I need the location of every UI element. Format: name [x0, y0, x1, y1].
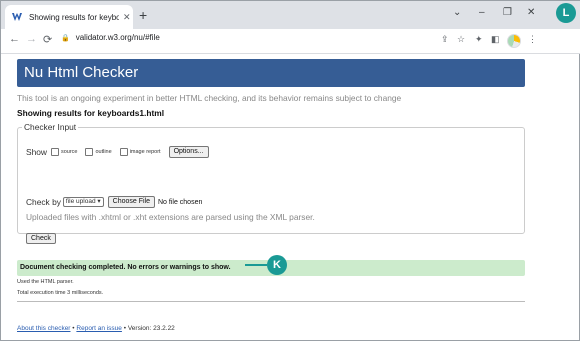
callout-l: L: [556, 3, 576, 23]
divider: [17, 301, 525, 302]
share-icon[interactable]: ⇪: [441, 34, 449, 45]
show-label: Show: [26, 147, 47, 157]
profile-icon[interactable]: [507, 34, 521, 48]
check-by-select[interactable]: file upload ▾: [62, 197, 104, 207]
checker-input-legend: Checker Input: [24, 122, 77, 132]
source-checkbox-label: source: [60, 149, 78, 155]
tab-search-icon[interactable]: ⌄: [453, 7, 461, 18]
version-text: • Version: 23.2.22: [123, 325, 175, 332]
upload-hint: Uploaded files with .xhtml or .xht exten…: [26, 212, 315, 222]
restore-button[interactable]: ❐: [503, 7, 512, 18]
check-by-label: Check by: [26, 197, 61, 207]
lock-icon: 🔒: [61, 34, 70, 42]
options-button[interactable]: Options...: [168, 146, 209, 158]
callout-k: K: [267, 255, 287, 275]
page-content: Nu Html Checker This tool is an ongoing …: [1, 54, 580, 342]
chevron-down-icon: ▾: [97, 198, 101, 205]
browser-window: Showing results for keyboards1.ht ✕ + ⌄ …: [0, 0, 580, 341]
forward-icon[interactable]: →: [26, 33, 37, 45]
close-window-button[interactable]: ✕: [527, 7, 535, 18]
intro-text: This tool is an ongoing experiment in be…: [17, 93, 402, 103]
new-tab-button[interactable]: +: [139, 7, 147, 23]
check-button[interactable]: Check: [26, 233, 56, 244]
checker-input-fieldset: Checker Input Show source outline image …: [17, 122, 525, 244]
callout-k-line: [245, 264, 267, 266]
extensions-icon[interactable]: ✦: [475, 34, 483, 45]
about-checker-link[interactable]: About this checker: [17, 325, 70, 332]
report-issue-link[interactable]: Report an issue: [76, 325, 122, 332]
back-icon[interactable]: ←: [9, 33, 20, 45]
footer: About this checker • Report an issue • V…: [17, 325, 175, 332]
no-file-text: No file chosen: [158, 198, 203, 206]
browser-tab[interactable]: Showing results for keyboards1.ht ✕: [5, 5, 133, 29]
tab-title: Showing results for keyboards1.ht: [29, 12, 119, 22]
star-icon[interactable]: ☆: [457, 34, 465, 45]
image-report-checkbox-label: image report: [129, 149, 161, 155]
execution-time: Total execution time 3 milliseconds.: [17, 290, 104, 296]
tab-close-icon[interactable]: ✕: [123, 12, 131, 23]
page-title: Nu Html Checker: [17, 59, 525, 87]
minimize-button[interactable]: –: [479, 7, 485, 18]
menu-icon[interactable]: ⋮: [528, 34, 537, 45]
browser-toolbar: ← → ⟳ 🔒 validator.w3.org/nu/#file ⇪ ☆ ✦ …: [1, 29, 580, 54]
parser-note: Used the HTML parser.: [17, 279, 74, 285]
image-report-checkbox[interactable]: [119, 148, 128, 156]
outline-checkbox[interactable]: [85, 148, 94, 156]
reload-icon[interactable]: ⟳: [43, 33, 52, 46]
sidepanel-icon[interactable]: ◧: [491, 34, 500, 45]
choose-file-button[interactable]: Choose File: [107, 196, 155, 208]
outline-checkbox-label: outline: [95, 149, 112, 155]
tab-strip: Showing results for keyboards1.ht ✕ + ⌄ …: [1, 1, 580, 29]
show-options-row: Show source outline image report Options…: [26, 146, 209, 158]
source-checkbox[interactable]: [50, 148, 59, 156]
url-text: validator.w3.org/nu/#file: [75, 33, 160, 42]
check-by-row: Check by file upload ▾ Choose File No fi…: [26, 196, 202, 208]
address-bar[interactable]: 🔒 validator.w3.org/nu/#file: [61, 33, 160, 42]
w3c-favicon-icon: [11, 11, 23, 23]
check-by-value: file upload: [65, 198, 96, 205]
showing-results-heading: Showing results for keyboards1.html: [17, 108, 165, 118]
footer-bullet: •: [72, 325, 75, 332]
